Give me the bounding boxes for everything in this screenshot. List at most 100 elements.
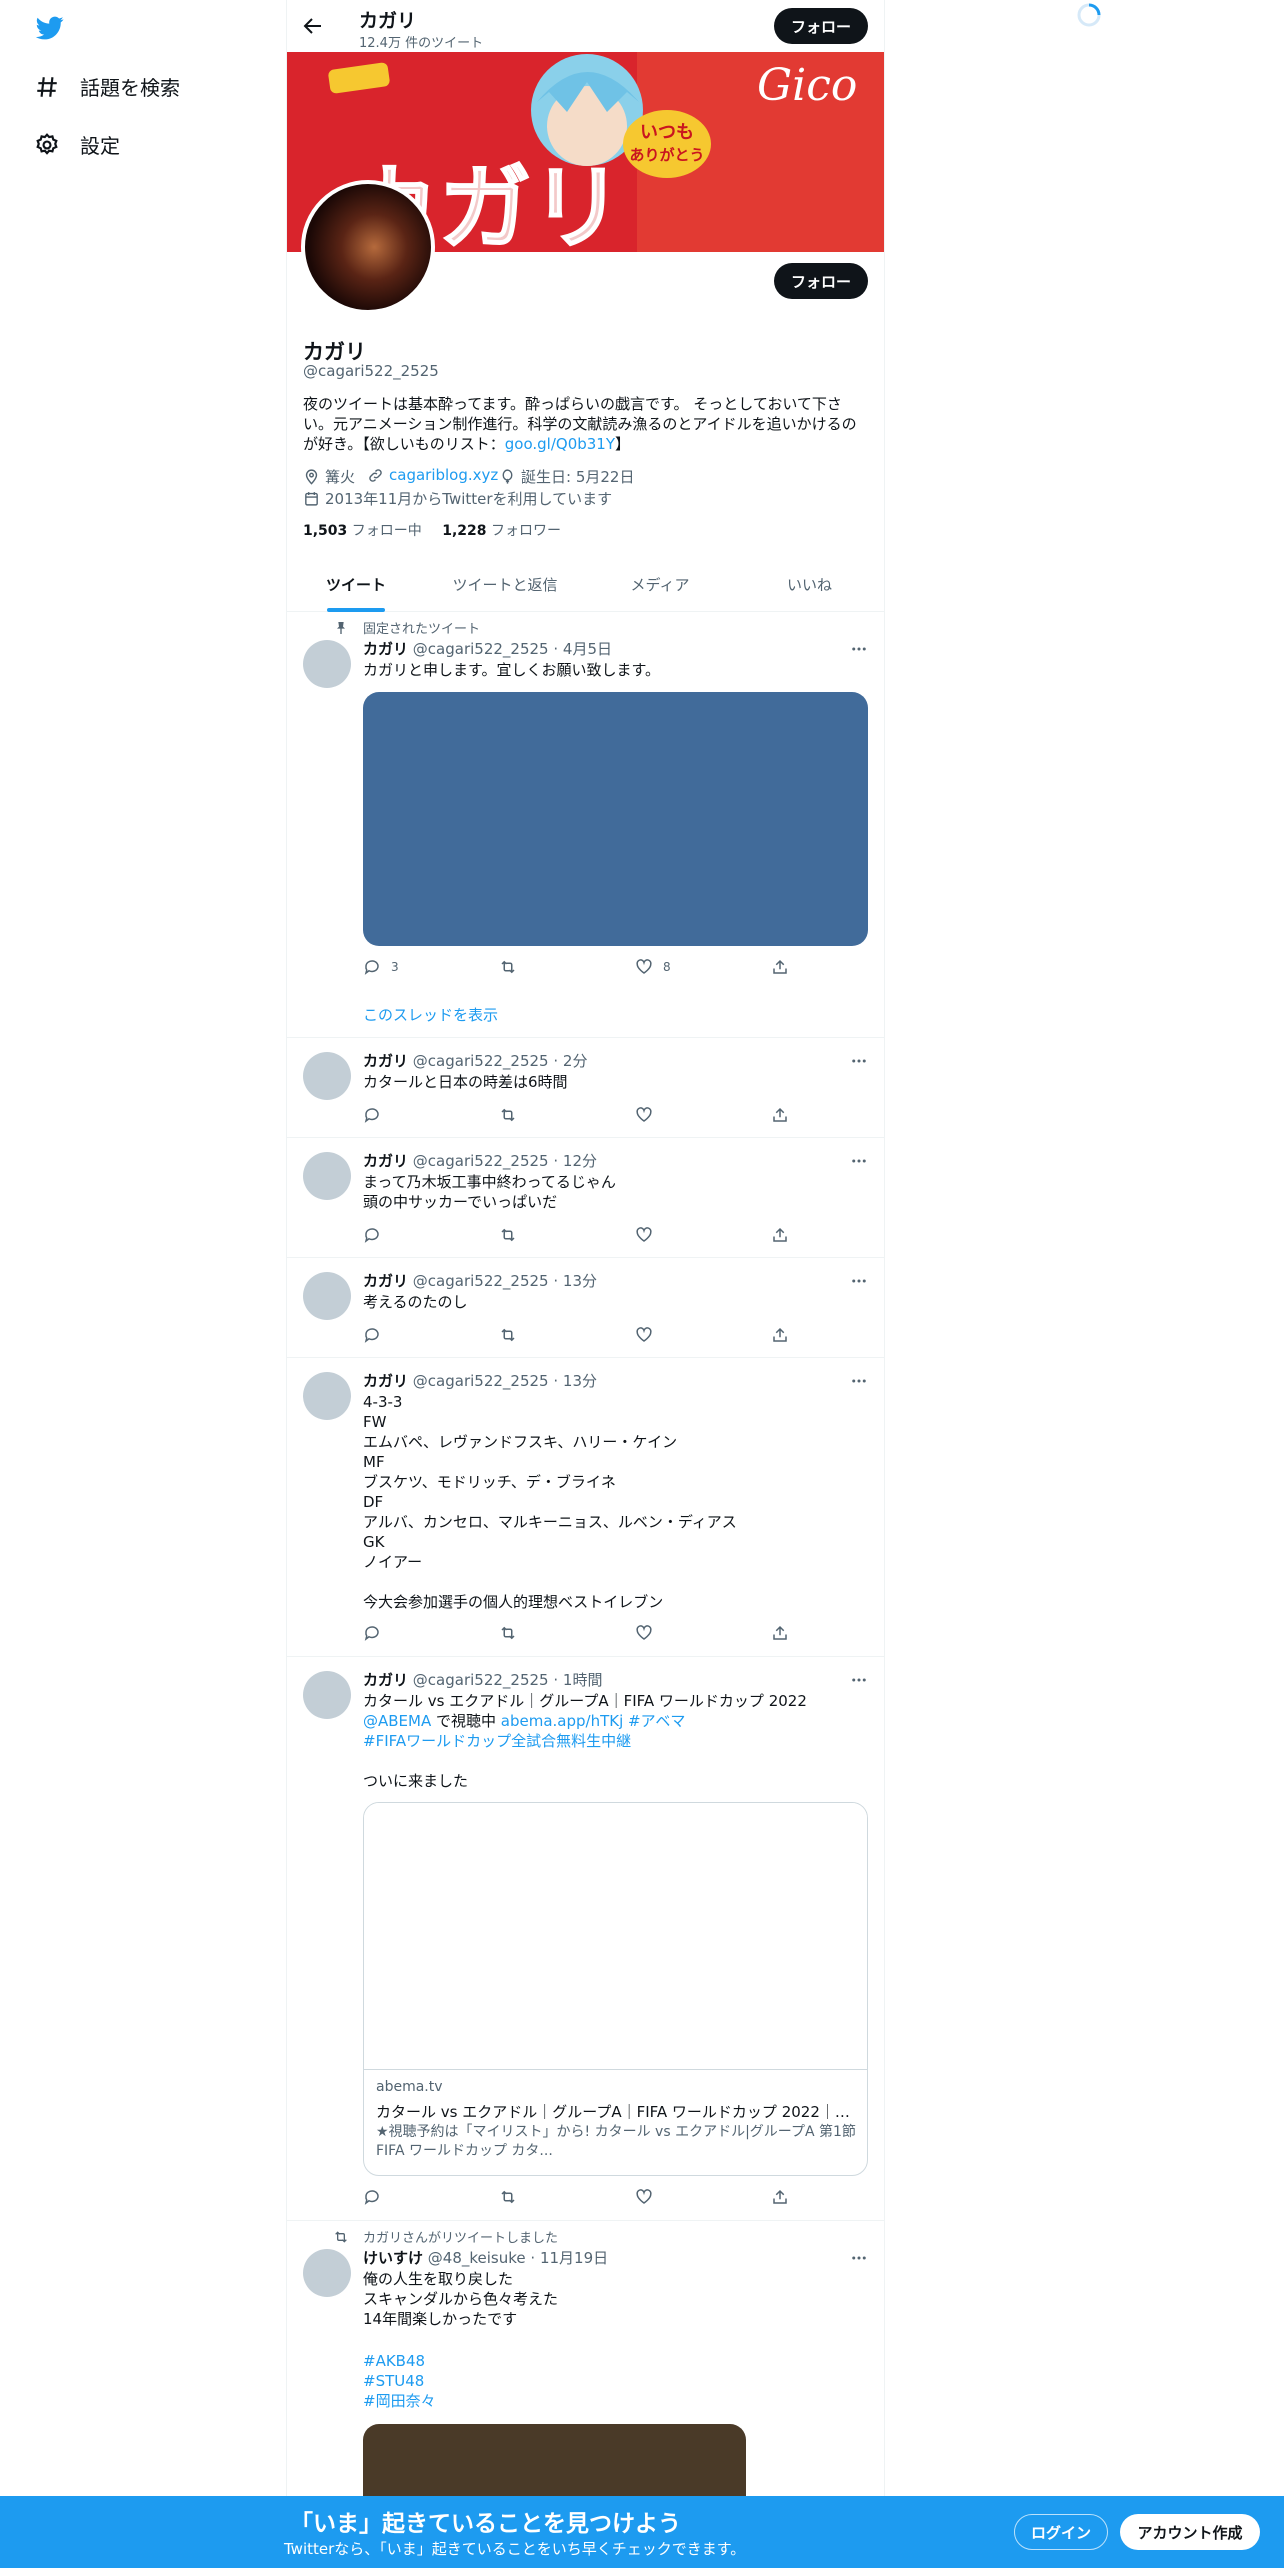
like-button[interactable]: [635, 1226, 663, 1244]
tweet-time[interactable]: 13分: [563, 1272, 597, 1290]
more-options-icon[interactable]: [850, 1372, 868, 1390]
tweet-author-handle[interactable]: @cagari522_2525: [413, 640, 549, 658]
retweet-button[interactable]: [499, 958, 527, 976]
tweet-time[interactable]: 2分: [563, 1052, 588, 1070]
share-button[interactable]: [771, 1226, 799, 1244]
tweet-avatar[interactable]: [303, 1372, 351, 1420]
tweet-time[interactable]: 11月19日: [540, 2249, 608, 2267]
hashtag-link[interactable]: #アベマ: [628, 1712, 685, 1730]
profile-location: 篝火: [303, 466, 355, 487]
tweet-author-handle[interactable]: @cagari522_2525: [413, 1372, 549, 1390]
tweet-author-handle[interactable]: @cagari522_2525: [413, 1671, 549, 1689]
retweet-button[interactable]: [499, 1326, 527, 1344]
tweet-time[interactable]: 4月5日: [563, 640, 612, 658]
back-arrow-icon[interactable]: [301, 14, 325, 38]
like-button[interactable]: 8: [635, 958, 671, 976]
tweet-author-name[interactable]: カガリ: [363, 1272, 408, 1290]
followers-link[interactable]: 1,228 フォロワー: [442, 523, 561, 539]
tweet-author-handle[interactable]: @cagari522_2525: [413, 1152, 549, 1170]
url-link[interactable]: abema.app/hTKj: [501, 1712, 623, 1730]
more-options-icon[interactable]: [850, 640, 868, 658]
tweet-avatar[interactable]: [303, 1152, 351, 1200]
tweet-media-image[interactable]: [363, 692, 868, 946]
tweet-author-handle[interactable]: @cagari522_2525: [413, 1052, 549, 1070]
profile-follow-button[interactable]: フォロー: [774, 263, 868, 299]
profile-url-link[interactable]: cagariblog.xyz: [389, 466, 498, 484]
tweet-avatar[interactable]: [303, 1052, 351, 1100]
share-button[interactable]: [771, 958, 799, 976]
like-button[interactable]: [635, 1106, 663, 1124]
reply-button[interactable]: 3: [363, 958, 399, 976]
more-options-icon[interactable]: [850, 1152, 868, 1170]
hashtag-link[interactable]: #STU48: [363, 2372, 424, 2390]
retweet-context-label[interactable]: カガリさんがリツイートしました: [363, 2227, 558, 2246]
reply-button[interactable]: [363, 2188, 391, 2206]
retweet-button[interactable]: [499, 2188, 527, 2206]
share-button[interactable]: [771, 2188, 799, 2206]
profile-avatar[interactable]: [301, 180, 435, 314]
like-button[interactable]: [635, 1326, 663, 1344]
tweet-author-name[interactable]: カガリ: [363, 1152, 408, 1170]
header-follow-button[interactable]: フォロー: [774, 8, 868, 44]
more-options-icon[interactable]: [850, 1671, 868, 1689]
tweet[interactable]: カガリ @cagari522_2525 · 2分 カタールと日本の時差は6時間: [287, 1038, 884, 1138]
hashtag-link[interactable]: #FIFAワールドカップ全試合無料生中継: [363, 1732, 631, 1750]
twitter-logo-icon[interactable]: [34, 14, 66, 42]
reply-button[interactable]: [363, 1624, 391, 1642]
tweet-media-image[interactable]: [363, 2424, 746, 2496]
nav-explore[interactable]: 話題を検索: [34, 72, 180, 101]
reply-button[interactable]: [363, 1106, 391, 1124]
share-button[interactable]: [771, 1326, 799, 1344]
tweet-time[interactable]: 12分: [563, 1152, 597, 1170]
share-button[interactable]: [771, 1106, 799, 1124]
like-button[interactable]: [635, 2188, 663, 2206]
retweet-button[interactable]: [499, 1106, 527, 1124]
tweet-avatar[interactable]: [303, 2249, 351, 2297]
tab-tweets[interactable]: ツイート: [287, 558, 425, 611]
tweet[interactable]: カガリ @cagari522_2525 · 12分 まって乃木坂工事中終わってる…: [287, 1138, 884, 1258]
share-button[interactable]: [771, 1624, 799, 1642]
bio-link[interactable]: goo.gl/Q0b31Y: [505, 435, 615, 453]
like-button[interactable]: [635, 1624, 663, 1642]
tweet-author-name[interactable]: カガリ: [363, 1372, 408, 1390]
link-preview-card[interactable]: abema.tv カタール vs エクアドル｜グループA｜FIFA ワールドカッ…: [363, 1802, 868, 2176]
show-thread-link[interactable]: このスレッドを表示: [363, 1004, 498, 1025]
profile-birthday: 誕生日: 5月22日: [499, 466, 634, 487]
tweet[interactable]: カガリ @cagari522_2525 · 13分 考えるのたのし: [287, 1258, 884, 1358]
reply-button[interactable]: [363, 1226, 391, 1244]
follow-stats: 1,503 フォロー中 1,228 フォロワー: [303, 520, 561, 540]
tweet-avatar[interactable]: [303, 640, 351, 688]
reply-icon: [364, 1228, 379, 1243]
reply-button[interactable]: [363, 1326, 391, 1344]
tweet-avatar[interactable]: [303, 1671, 351, 1719]
tweet-time[interactable]: 1時間: [563, 1671, 603, 1689]
nav-settings[interactable]: 設定: [34, 130, 120, 159]
tab-tweets-and-replies[interactable]: ツイートと返信: [425, 558, 585, 611]
signup-button[interactable]: アカウント作成: [1120, 2514, 1260, 2550]
hashtag-link[interactable]: #AKB48: [363, 2352, 425, 2370]
retweet-button[interactable]: [499, 1226, 527, 1244]
tab-likes[interactable]: いいね: [735, 558, 884, 611]
followers-count: 1,228: [442, 523, 487, 539]
tweet-author-name[interactable]: カガリ: [363, 1671, 408, 1689]
tweet-author-name[interactable]: カガリ: [363, 1052, 408, 1070]
mention-link[interactable]: @ABEMA: [363, 1712, 431, 1730]
card-domain: abema.tv: [376, 2079, 443, 2095]
following-link[interactable]: 1,503 フォロー中: [303, 523, 422, 539]
login-button[interactable]: ログイン: [1014, 2514, 1108, 2550]
more-options-icon[interactable]: [850, 1052, 868, 1070]
hashtag-link[interactable]: #岡田奈々: [363, 2392, 436, 2410]
tweet-author-name[interactable]: けいすけ: [363, 2249, 423, 2267]
more-options-icon[interactable]: [850, 1272, 868, 1290]
tab-media[interactable]: メディア: [585, 558, 735, 611]
retweet-button[interactable]: [499, 1624, 527, 1642]
tweet-author-handle[interactable]: @cagari522_2525: [413, 1272, 549, 1290]
tweet-avatar[interactable]: [303, 1272, 351, 1320]
more-options-icon[interactable]: [850, 2249, 868, 2267]
heart-icon: [636, 1327, 652, 1342]
profile-header-bar: カガリ 12.4万 件のツイート フォロー: [287, 0, 884, 52]
tweet[interactable]: カガリ @cagari522_2525 · 13分 4-3-3 FW エムバペ、…: [287, 1358, 884, 1657]
tweet-author-name[interactable]: カガリ: [363, 640, 408, 658]
tweet-author-handle[interactable]: @48_keisuke: [428, 2249, 526, 2267]
tweet-time[interactable]: 13分: [563, 1372, 597, 1390]
